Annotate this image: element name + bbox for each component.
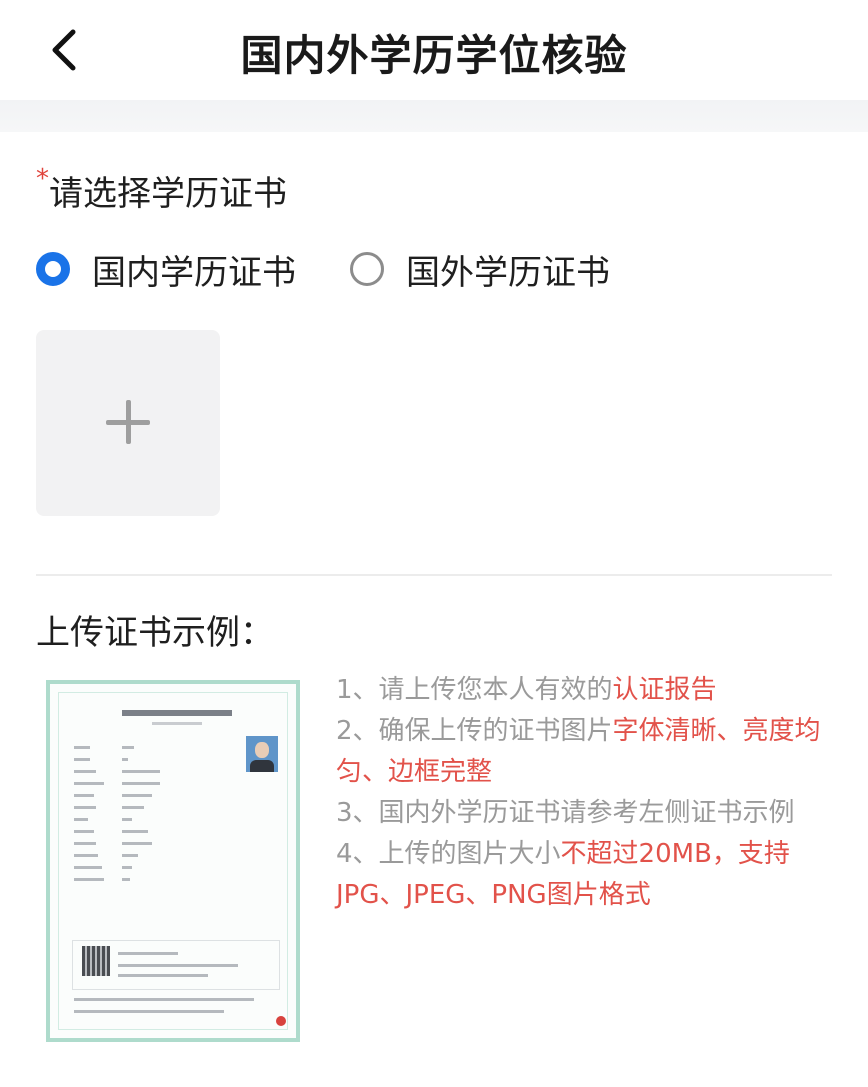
radio-foreign-certificate[interactable]: 国外学历证书 xyxy=(350,245,610,294)
certificate-type-radio-group: 国内学历证书 国外学历证书 xyxy=(36,244,610,294)
instruction-item: 4、上传的图片大小不超过20MB，支持JPG、JPEG、PNG图片格式 xyxy=(336,839,790,910)
header-separator xyxy=(0,100,868,132)
upload-instructions: 1、请上传您本人有效的认证报告 2、确保上传的证书图片字体清晰、亮度均匀、边框完… xyxy=(336,670,836,916)
required-mark: * xyxy=(36,164,49,194)
certificate-type-label: *请选择学历证书 xyxy=(36,164,287,215)
instruction-item: 2、确保上传的证书图片字体清晰、亮度均匀、边框完整 xyxy=(336,716,821,787)
page-title: 国内外学历学位核验 xyxy=(240,31,628,80)
radio-unchecked-icon xyxy=(350,252,384,286)
divider xyxy=(36,574,832,576)
radio-checked-icon xyxy=(36,252,70,286)
example-section-title: 上传证书示例： xyxy=(36,613,274,653)
upload-certificate-button[interactable] xyxy=(36,330,220,516)
instruction-item: 1、请上传您本人有效的认证报告 xyxy=(336,675,717,705)
header-bar: 国内外学历学位核验 xyxy=(0,0,868,100)
radio-label: 国外学历证书 xyxy=(406,252,610,293)
radio-label: 国内学历证书 xyxy=(92,252,296,293)
certificate-type-label-text: 请选择学历证书 xyxy=(49,174,287,214)
instruction-item: 3、国内外学历证书请参考左侧证书示例 xyxy=(336,798,795,828)
radio-domestic-certificate[interactable]: 国内学历证书 xyxy=(36,245,296,294)
certificate-example-image xyxy=(46,680,300,1042)
